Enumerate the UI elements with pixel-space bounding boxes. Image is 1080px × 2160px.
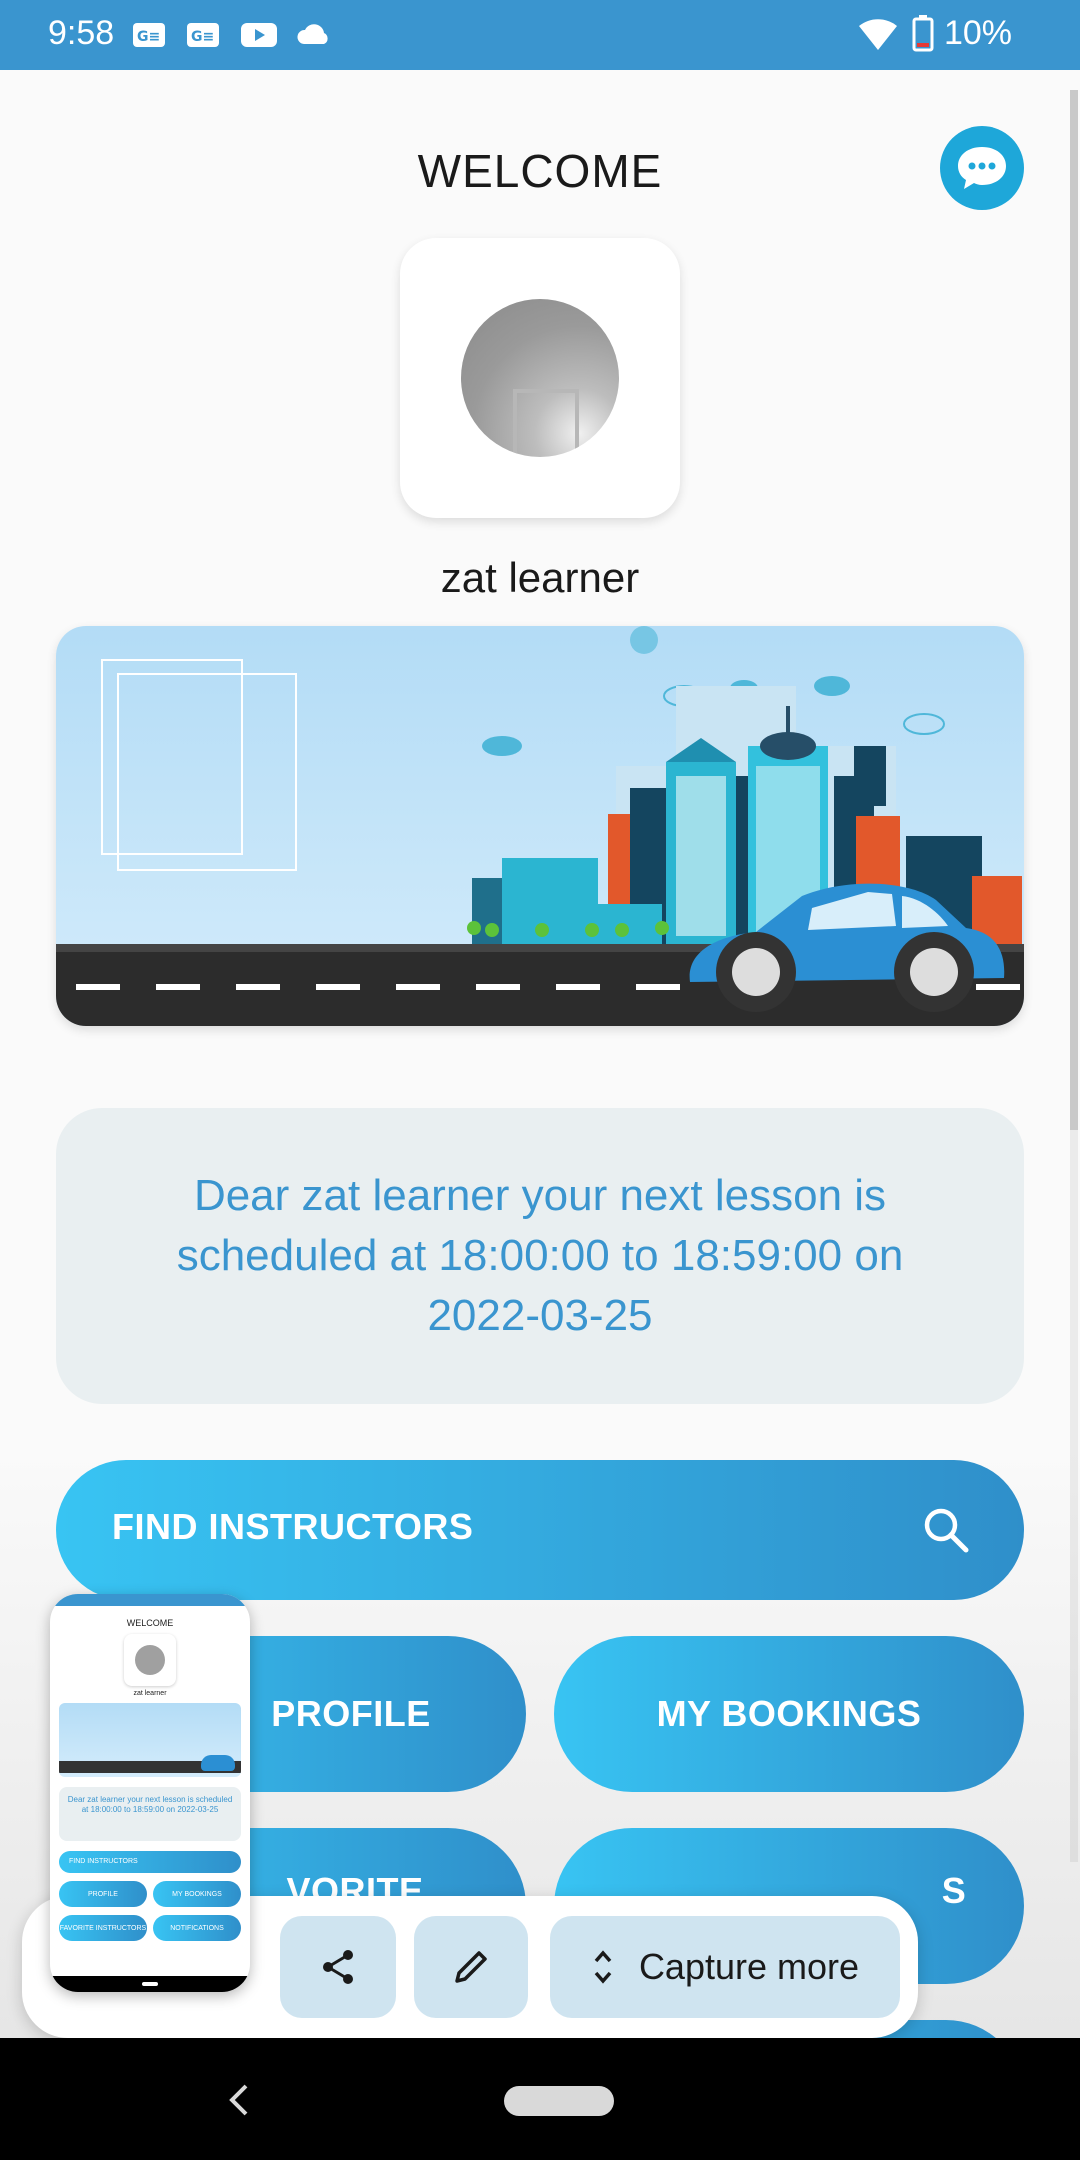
thumbnail-favorite: FAVORITE INSTRUCTORS [59, 1915, 147, 1941]
thumbnail-title: WELCOME [126, 1618, 174, 1628]
thumbnail-lesson: Dear zat learner your next lesson is sch… [59, 1787, 241, 1841]
find-instructors-button[interactable]: FIND INSTRUCTORS [56, 1460, 1024, 1600]
chat-bubble-icon [958, 147, 1006, 189]
status-bar: 9:58 G≡ G≡ 10% [0, 0, 1080, 70]
cloud-icon [297, 24, 328, 44]
scrollbar[interactable] [1070, 90, 1078, 1862]
edit-button[interactable] [414, 1916, 528, 2018]
capture-more-label: Capture more [638, 1946, 860, 1987]
next-lesson-card: Dear zat learner your next lesson is sch… [56, 1108, 1024, 1404]
my-bookings-label: MY BOOKINGS [656, 1693, 922, 1734]
wifi-icon [859, 19, 897, 50]
expand-icon [594, 1950, 612, 1984]
thumbnail-name: zat learner [133, 1690, 167, 1697]
screenshot-thumbnail[interactable]: WELCOME zat learner Dear zat learner you… [50, 1594, 250, 1992]
status-time: 9:58 [48, 14, 115, 52]
svg-text:G≡: G≡ [191, 29, 214, 45]
youtube-icon [241, 23, 277, 47]
home-screen: WELCOME zat learner Dear zat learner you… [0, 70, 1080, 2038]
back-icon[interactable] [226, 2082, 252, 2118]
capture-more-button[interactable]: Capture more [550, 1916, 900, 2018]
news-icon: G≡ [187, 23, 219, 47]
pencil-icon [455, 1951, 487, 1983]
user-name: zat learner [440, 554, 640, 601]
thumbnail-profile: PROFILE [59, 1881, 147, 1907]
banner-image [56, 626, 1024, 1026]
page-title: WELCOME [417, 145, 663, 197]
svg-text:G≡: G≡ [137, 29, 160, 45]
my-bookings-button[interactable]: MY BOOKINGS [554, 1636, 1024, 1792]
find-instructors-label: FIND INSTRUCTORS [112, 1506, 474, 1547]
share-icon [323, 1950, 353, 1984]
next-lesson-text: Dear zat learner your next lesson is sch… [176, 1171, 904, 1340]
battery-icon [912, 15, 934, 52]
avatar-card[interactable] [400, 238, 680, 518]
search-icon [924, 1508, 969, 1553]
thumbnail-find: FIND INSTRUCTORS [59, 1851, 241, 1873]
system-nav-bar [0, 2038, 1080, 2160]
battery-percent: 10% [943, 14, 1012, 52]
chat-button[interactable] [940, 126, 1024, 210]
avatar [461, 299, 619, 457]
thumbnail-bookings: MY BOOKINGS [153, 1881, 241, 1907]
home-handle[interactable] [504, 2086, 614, 2116]
share-button[interactable] [280, 1916, 396, 2018]
my-profile-label: PROFILE [271, 1693, 431, 1734]
notifications-label: S [941, 1870, 967, 1911]
thumbnail-notifications: NOTIFICATIONS [153, 1915, 241, 1941]
news-icon: G≡ [133, 23, 165, 47]
